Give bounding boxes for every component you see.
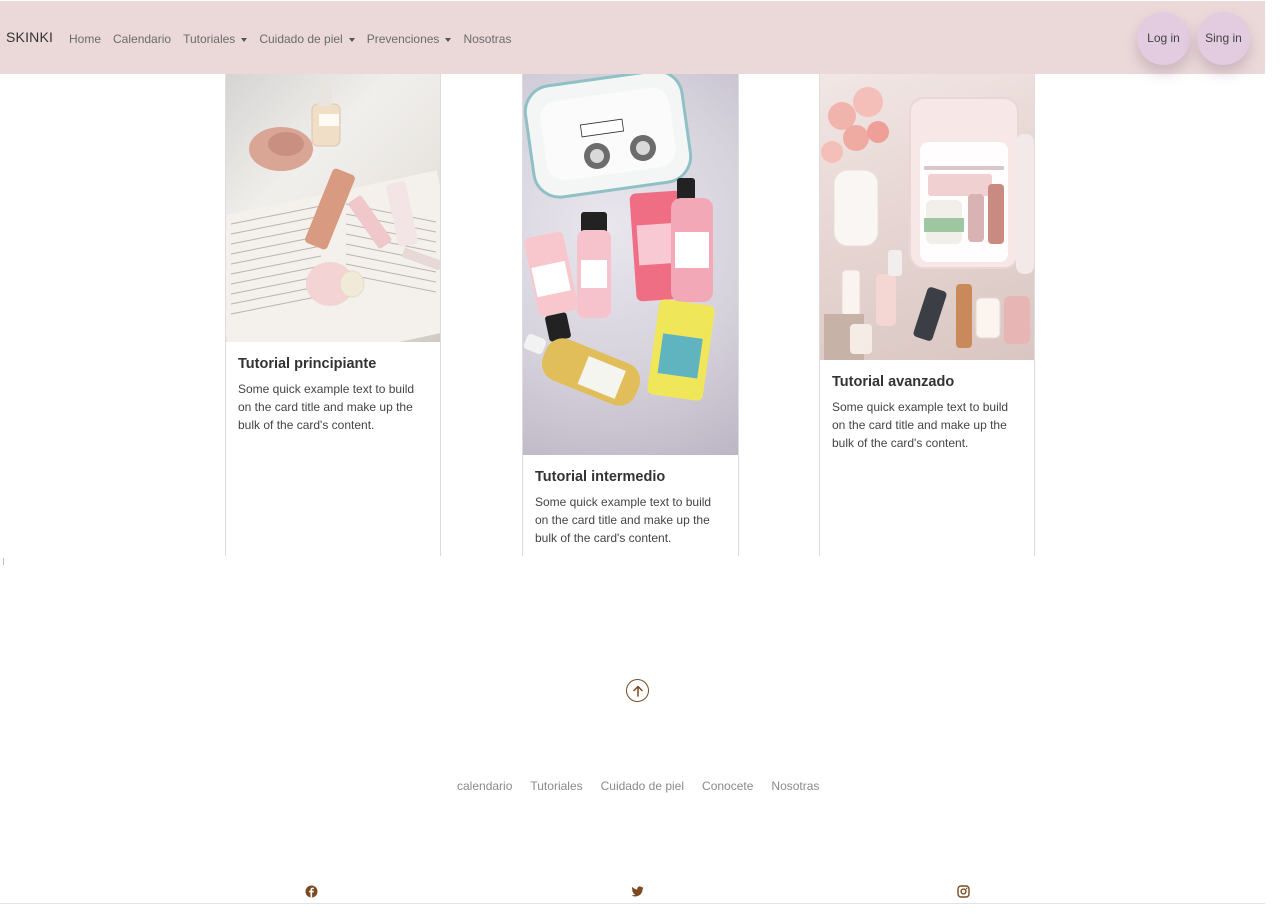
footer-nav: calendario Tutoriales Cuidado de piel Co… [457, 779, 819, 793]
nav-home-label: Home [69, 32, 102, 46]
nav-nosotras-label: Nosotras [463, 32, 512, 46]
card-body: Tutorial avanzado Some quick example tex… [820, 360, 1034, 466]
card-body: Tutorial intermedio Some quick example t… [523, 455, 738, 556]
back-to-top-button[interactable] [626, 679, 649, 702]
card-text: Some quick example text to build on the … [238, 382, 415, 432]
caret-down-icon [445, 37, 452, 42]
card-title: Tutorial avanzado [832, 374, 955, 390]
card-image-bottles-on-fur [523, 74, 738, 455]
skincare-flatlay-illustration [226, 82, 440, 342]
nav-links: Home Calendario Tutoriales Cuidado de pi… [69, 32, 511, 46]
footer-link-cuidado[interactable]: Cuidado de piel [601, 779, 684, 793]
footer-bottom-border [0, 903, 1265, 904]
nav-calendario-label: Calendario [113, 32, 172, 46]
nav-prevenciones-dropdown[interactable]: Prevenciones [367, 32, 452, 46]
arrow-up-circle-icon [632, 685, 643, 697]
card-tutorial-principiante: Tutorial principiante Some quick example… [225, 74, 441, 556]
navbar: SKINKI Home Calendario Tutoriales Cuidad… [0, 1, 1265, 74]
twitter-icon[interactable] [631, 885, 644, 898]
card-title: Tutorial principiante [238, 356, 377, 372]
nav-prevenciones-label: Prevenciones [366, 32, 440, 46]
footer-link-nosotras[interactable]: Nosotras [771, 779, 819, 793]
card-text: Some quick example text to build on the … [832, 400, 1009, 450]
skincare-bottles-illustration [523, 74, 715, 406]
nav-calendario[interactable]: Calendario [113, 32, 171, 46]
nav-cuidado-label: Cuidado de piel [259, 32, 343, 46]
card-title: Tutorial intermedio [535, 469, 666, 485]
card-tutorial-intermedio: Tutorial intermedio Some quick example t… [522, 74, 739, 556]
brand-logo[interactable]: SKINKI [6, 29, 53, 45]
card-tutorial-avanzado: Tutorial avanzado Some quick example tex… [819, 74, 1035, 556]
footer-link-calendario[interactable]: calendario [457, 779, 512, 793]
login-button[interactable]: Log in [1137, 12, 1190, 65]
skincare-fridge-illustration [821, 87, 1034, 360]
nav-home[interactable]: Home [69, 32, 101, 46]
nav-cuidado-dropdown[interactable]: Cuidado de piel [259, 32, 355, 46]
nav-tutoriales-label: Tutoriales [183, 32, 236, 46]
footer-link-tutoriales[interactable]: Tutoriales [530, 779, 582, 793]
card-text: Some quick example text to build on the … [535, 495, 712, 545]
nav-nosotras[interactable]: Nosotras [463, 32, 511, 46]
card-image-skincare-fridge [820, 74, 1034, 360]
card-image-book-flatlay [226, 74, 440, 342]
footer-link-conocete[interactable]: Conocete [702, 779, 753, 793]
caret-down-icon [348, 37, 355, 42]
divider-mark [3, 558, 4, 565]
caret-down-icon [241, 37, 248, 42]
card-body: Tutorial principiante Some quick example… [226, 342, 440, 448]
instagram-icon[interactable] [957, 885, 970, 898]
nav-tutoriales-dropdown[interactable]: Tutoriales [183, 32, 248, 46]
facebook-icon[interactable] [305, 885, 318, 898]
signin-button[interactable]: Sing in [1197, 12, 1250, 65]
